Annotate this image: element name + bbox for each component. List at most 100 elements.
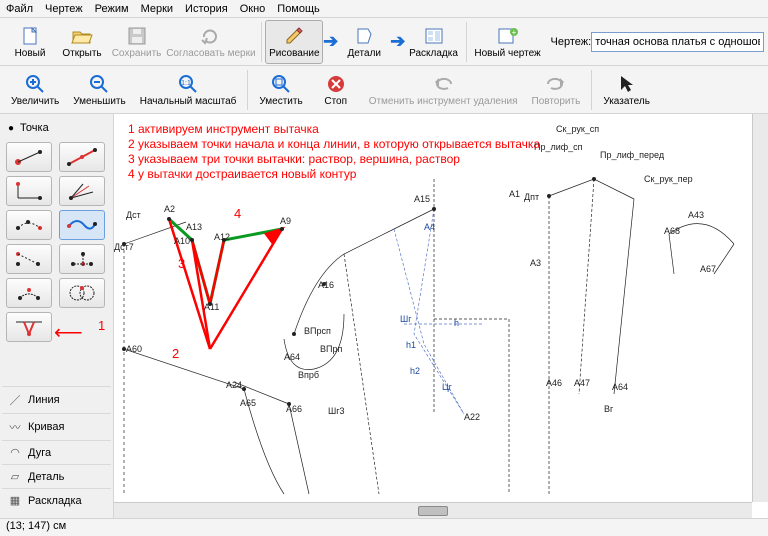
stop-icon	[325, 73, 347, 95]
layout-small-icon: ▦	[8, 494, 22, 507]
pointer-button[interactable]: Указатель	[596, 68, 657, 112]
redo-button[interactable]: Повторить	[525, 68, 588, 112]
label-a2: А2	[164, 204, 175, 214]
tool-point-along-line[interactable]	[59, 142, 105, 172]
label-vprsp: ВПрсп	[304, 326, 331, 336]
tool-point-intersect-arcs[interactable]	[6, 278, 52, 308]
tool-point-contact[interactable]	[59, 210, 105, 240]
label-dst: Дст	[126, 210, 141, 220]
annotation-4: 4	[234, 206, 241, 221]
label-a60: А60	[126, 344, 142, 354]
label-a12: А12	[214, 232, 230, 242]
menu-measures[interactable]: Мерки	[141, 3, 173, 15]
separator	[247, 70, 248, 110]
annotation-2: 2	[172, 346, 179, 361]
fit-icon	[270, 73, 292, 95]
new-drawing-button[interactable]: + Новый чертеж	[471, 20, 545, 64]
label-vprn: ВПрп	[320, 344, 342, 354]
annotation-3: 3	[178, 256, 185, 271]
label-a9: А9	[280, 216, 291, 226]
tool-point-shoulder[interactable]	[6, 210, 52, 240]
sidebar-section-line[interactable]: ／Линия	[2, 386, 111, 413]
tool-point-triangle[interactable]	[6, 244, 52, 274]
tool-point-distance-angle[interactable]	[6, 142, 52, 172]
drawing-canvas[interactable]: 1 активируем инструмент вытачка 2 указыв…	[114, 114, 752, 502]
menu-history[interactable]: История	[185, 3, 228, 15]
new-drawing-icon: +	[497, 25, 519, 47]
curve-icon: 〰	[8, 419, 22, 435]
separator	[591, 70, 592, 110]
label-a22: А22	[464, 412, 480, 422]
label-a67: А67	[700, 264, 716, 274]
label-h: h	[454, 318, 459, 328]
zoom-out-icon	[88, 73, 110, 95]
label-a46: А46	[546, 378, 562, 388]
label-h1: h1	[406, 340, 416, 350]
label-a47: А47	[574, 378, 590, 388]
zoom-out-button[interactable]: Уменьшить	[66, 68, 132, 112]
fit-button[interactable]: Уместить	[252, 68, 309, 112]
zoom-reset-button[interactable]: 1:1 Начальный масштаб	[133, 68, 244, 112]
label-a65: А65	[240, 398, 256, 408]
separator	[466, 22, 467, 62]
layout-icon	[423, 25, 445, 47]
vertical-scrollbar[interactable]	[752, 114, 768, 502]
separator	[261, 22, 262, 62]
label-h2: h2	[410, 366, 420, 376]
label-a3: А3	[530, 258, 541, 268]
sync-measures-button[interactable]: Согласовать мерки	[165, 20, 257, 64]
undo-button[interactable]: Отменить инструмент удаления	[362, 68, 525, 112]
sidebar-section-arc[interactable]: ◠Дуга	[2, 440, 111, 464]
tool-point-intersect-circles[interactable]	[59, 278, 105, 308]
sidebar-section-curve[interactable]: 〰Кривая	[2, 413, 111, 440]
new-button[interactable]: Новый	[4, 20, 56, 64]
drawing-mode-button[interactable]: Рисование	[265, 20, 323, 64]
save-icon	[126, 25, 148, 47]
open-button[interactable]: Открыть	[56, 20, 108, 64]
zoom-in-button[interactable]: Увеличить	[4, 68, 66, 112]
tool-point-bisector[interactable]	[59, 176, 105, 206]
label-a68: А68	[664, 226, 680, 236]
menu-mode[interactable]: Режим	[95, 3, 129, 15]
arc-icon: ◠	[8, 446, 22, 459]
zoom-reset-icon: 1:1	[177, 73, 199, 95]
label-a16: А16	[318, 280, 334, 290]
detail-icon: ▱	[8, 470, 22, 483]
menu-file[interactable]: Файл	[6, 3, 33, 15]
drawing-label: Чертеж:	[551, 36, 592, 48]
label-a10: А10	[174, 236, 190, 246]
undo-icon	[432, 73, 454, 95]
label-a43: А43	[688, 210, 704, 220]
label-a13: А13	[186, 222, 202, 232]
annotation-1: 1	[98, 318, 105, 333]
open-icon	[71, 25, 93, 47]
drawing-name-input[interactable]	[591, 32, 764, 52]
menu-help[interactable]: Помощь	[277, 3, 320, 15]
arrow-right-icon: ➔	[390, 31, 405, 52]
details-mode-button[interactable]: Детали	[338, 20, 390, 64]
label-dst7: Дст7	[114, 242, 134, 252]
layout-mode-button[interactable]: Раскладка	[405, 20, 461, 64]
stop-button[interactable]: Стоп	[310, 68, 362, 112]
status-bar: (13; 147) см	[0, 518, 768, 536]
menu-drawing[interactable]: Чертеж	[45, 3, 83, 15]
label-a24: А24	[226, 380, 242, 390]
label-a15: А15	[414, 194, 430, 204]
label-a4: А4	[424, 222, 435, 232]
tool-point-perpendicular[interactable]	[6, 176, 52, 206]
arrow-right-icon: ➔	[323, 31, 338, 52]
line-icon: ／	[8, 392, 22, 408]
label-pr-lif-pered: Пр_лиф_перед	[600, 150, 664, 160]
horizontal-scrollbar[interactable]	[114, 502, 752, 518]
save-button[interactable]: Сохранить	[108, 20, 165, 64]
tool-dart[interactable]	[6, 312, 52, 342]
label-a1: А1	[509, 189, 520, 199]
svg-text:+: +	[511, 28, 516, 37]
sidebar-section-layout[interactable]: ▦Раскладка	[2, 488, 111, 512]
label-dpt: Дпт	[524, 192, 539, 202]
menu-window[interactable]: Окно	[240, 3, 266, 15]
sidebar-section-point[interactable]: Точка	[2, 118, 111, 138]
sidebar-section-detail[interactable]: ▱Деталь	[2, 464, 111, 488]
tool-point-intersection[interactable]	[59, 244, 105, 274]
label-cg: Цг	[442, 382, 452, 392]
